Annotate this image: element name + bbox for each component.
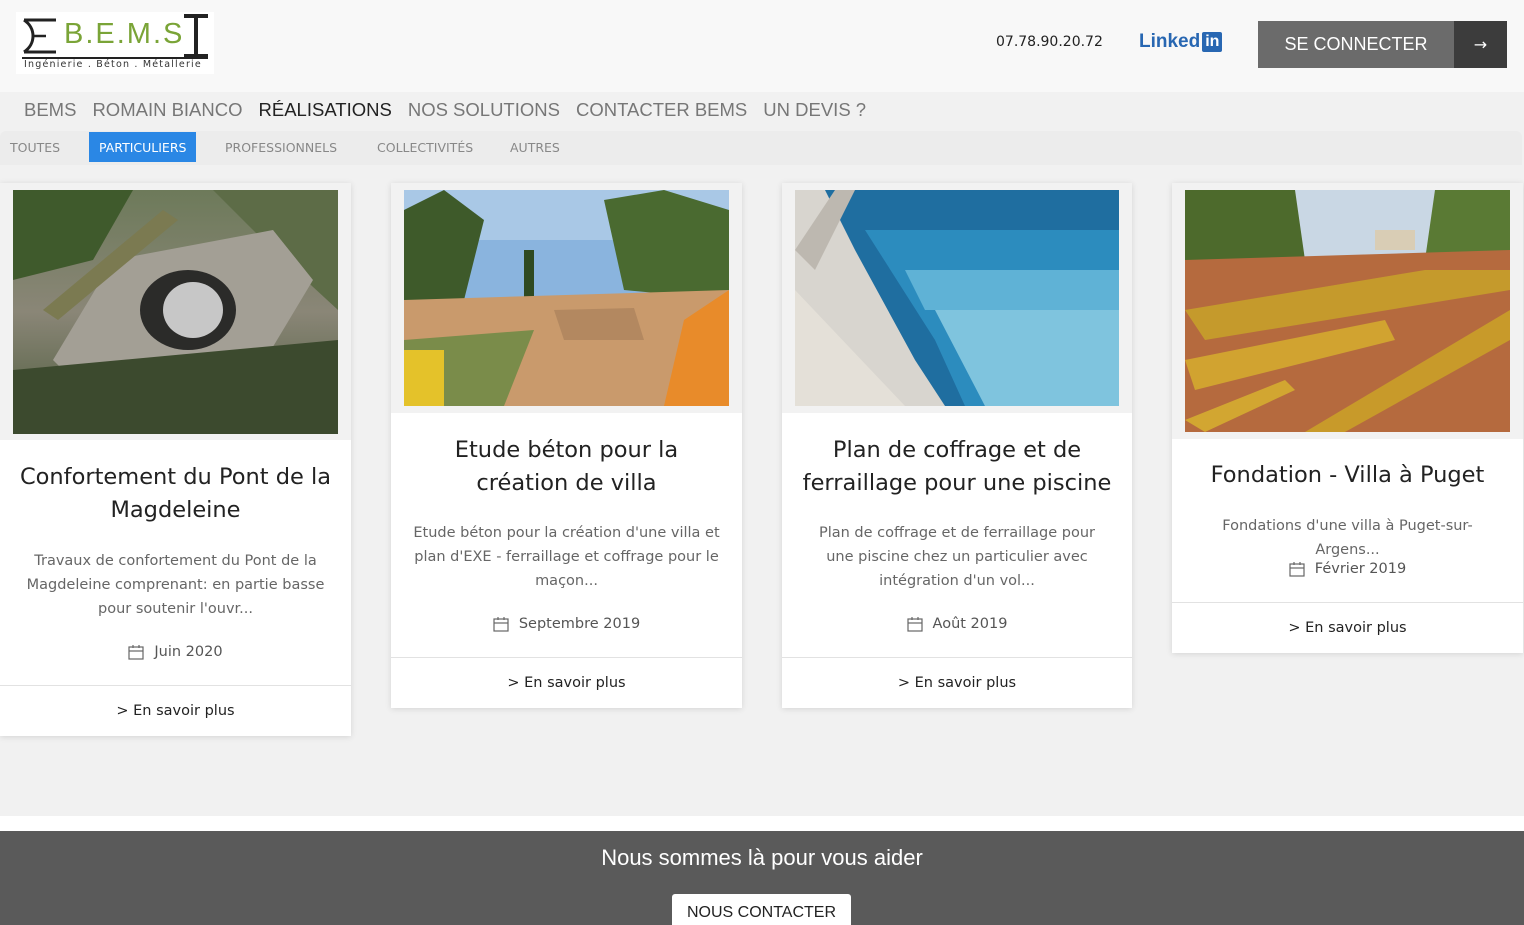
card-date-text: Juin 2020 [154,644,223,660]
top-bar: B.E.M.S Ingénierie . Béton . Métallerie … [0,0,1524,92]
project-card[interactable]: Fondation - Villa à Puget Fondations d'u… [1172,183,1523,653]
read-more-link[interactable]: > En savoir plus [0,685,351,736]
card-title[interactable]: Confortement du Pont de la Magdeleine [0,461,351,527]
filter-particuliers[interactable]: PARTICULIERS [89,132,197,162]
card-image-frame [391,183,742,413]
project-photo[interactable] [13,190,338,434]
calendar-icon [1289,561,1305,577]
project-photo[interactable] [795,190,1119,406]
help-heading: Nous sommes là pour vous aider [601,845,923,870]
main-nav: BEMS ROMAIN BIANCO RÉALISATIONS NOS SOLU… [24,99,866,121]
nav-item-contacter-bems[interactable]: CONTACTER BEMS [576,99,747,121]
card-date-text: Août 2019 [932,616,1008,632]
project-card[interactable]: Confortement du Pont de la Magdeleine Tr… [0,183,351,736]
card-date-text: Septembre 2019 [518,616,641,632]
card-image-frame [0,183,351,440]
filter-autres[interactable]: AUTRES [510,132,560,162]
card-date: Juin 2020 [0,644,351,660]
card-title[interactable]: Etude béton pour la création de villa [391,434,742,500]
nav-item-realisations[interactable]: RÉALISATIONS [259,99,392,121]
nav-item-romain-bianco[interactable]: ROMAIN BIANCO [92,99,242,121]
logo-subtitle: Ingénierie . Béton . Métallerie [24,59,202,70]
linkedin-icon[interactable]: Linked in [1139,31,1223,53]
card-image-frame [1172,183,1523,439]
card-date: Août 2019 [782,616,1132,632]
card-title[interactable]: Plan de coffrage et de ferraillage pour … [782,434,1132,500]
logo-text: B.E.M.S [64,18,185,50]
bems-logo[interactable]: B.E.M.S Ingénierie . Béton . Métallerie [16,12,214,74]
card-title[interactable]: Fondation - Villa à Puget [1172,459,1523,492]
linkedin-in-box: in [1202,32,1223,52]
phone-number[interactable]: 07.78.90.20.72 [996,34,1103,50]
filter-toutes[interactable]: TOUTES [10,132,60,162]
card-description: Fondations d'une villa à Puget-sur-Argen… [1222,518,1473,558]
section-divider [0,816,1524,831]
contact-us-button[interactable]: NOUS CONTACTER [672,894,851,925]
login-label: SE CONNECTER [1258,21,1454,68]
card-image-frame [782,183,1132,413]
project-photo[interactable] [1185,190,1510,432]
help-banner: Nous sommes là pour vous aider NOUS CONT… [0,831,1524,925]
filter-professionnels[interactable]: PROFESSIONNELS [225,132,337,162]
category-filter-bar: TOUTES PARTICULIERS PROFESSIONNELS COLLE… [0,131,1522,165]
calendar-icon [128,644,144,660]
login-button[interactable]: SE CONNECTER → [1258,21,1507,68]
card-description: Travaux de confortement du Pont de la Ma… [26,553,325,617]
project-card[interactable]: Etude béton pour la création de villa Et… [391,183,742,708]
read-more-link[interactable]: > En savoir plus [391,657,742,708]
arrow-right-icon: → [1454,21,1507,68]
filter-collectivites[interactable]: COLLECTIVITÉS [377,132,473,162]
card-date: Septembre 2019 [391,616,742,632]
project-photo[interactable] [404,190,729,406]
linkedin-word: Linked [1139,31,1201,52]
calendar-icon [493,616,509,632]
project-card[interactable]: Plan de coffrage et de ferraillage pour … [782,183,1132,708]
read-more-link[interactable]: > En savoir plus [1172,602,1523,653]
card-date: Février 2019 [1172,561,1523,577]
nav-item-bems[interactable]: BEMS [24,99,76,121]
card-description: Plan de coffrage et de ferraillage pour … [818,525,1096,589]
nav-item-nos-solutions[interactable]: NOS SOLUTIONS [408,99,560,121]
read-more-link[interactable]: > En savoir plus [782,657,1132,708]
calendar-icon [906,616,923,632]
card-date-text: Février 2019 [1314,561,1407,577]
nav-item-un-devis[interactable]: UN DEVIS ? [763,99,866,121]
card-description: Etude béton pour la création d'une villa… [413,525,720,589]
